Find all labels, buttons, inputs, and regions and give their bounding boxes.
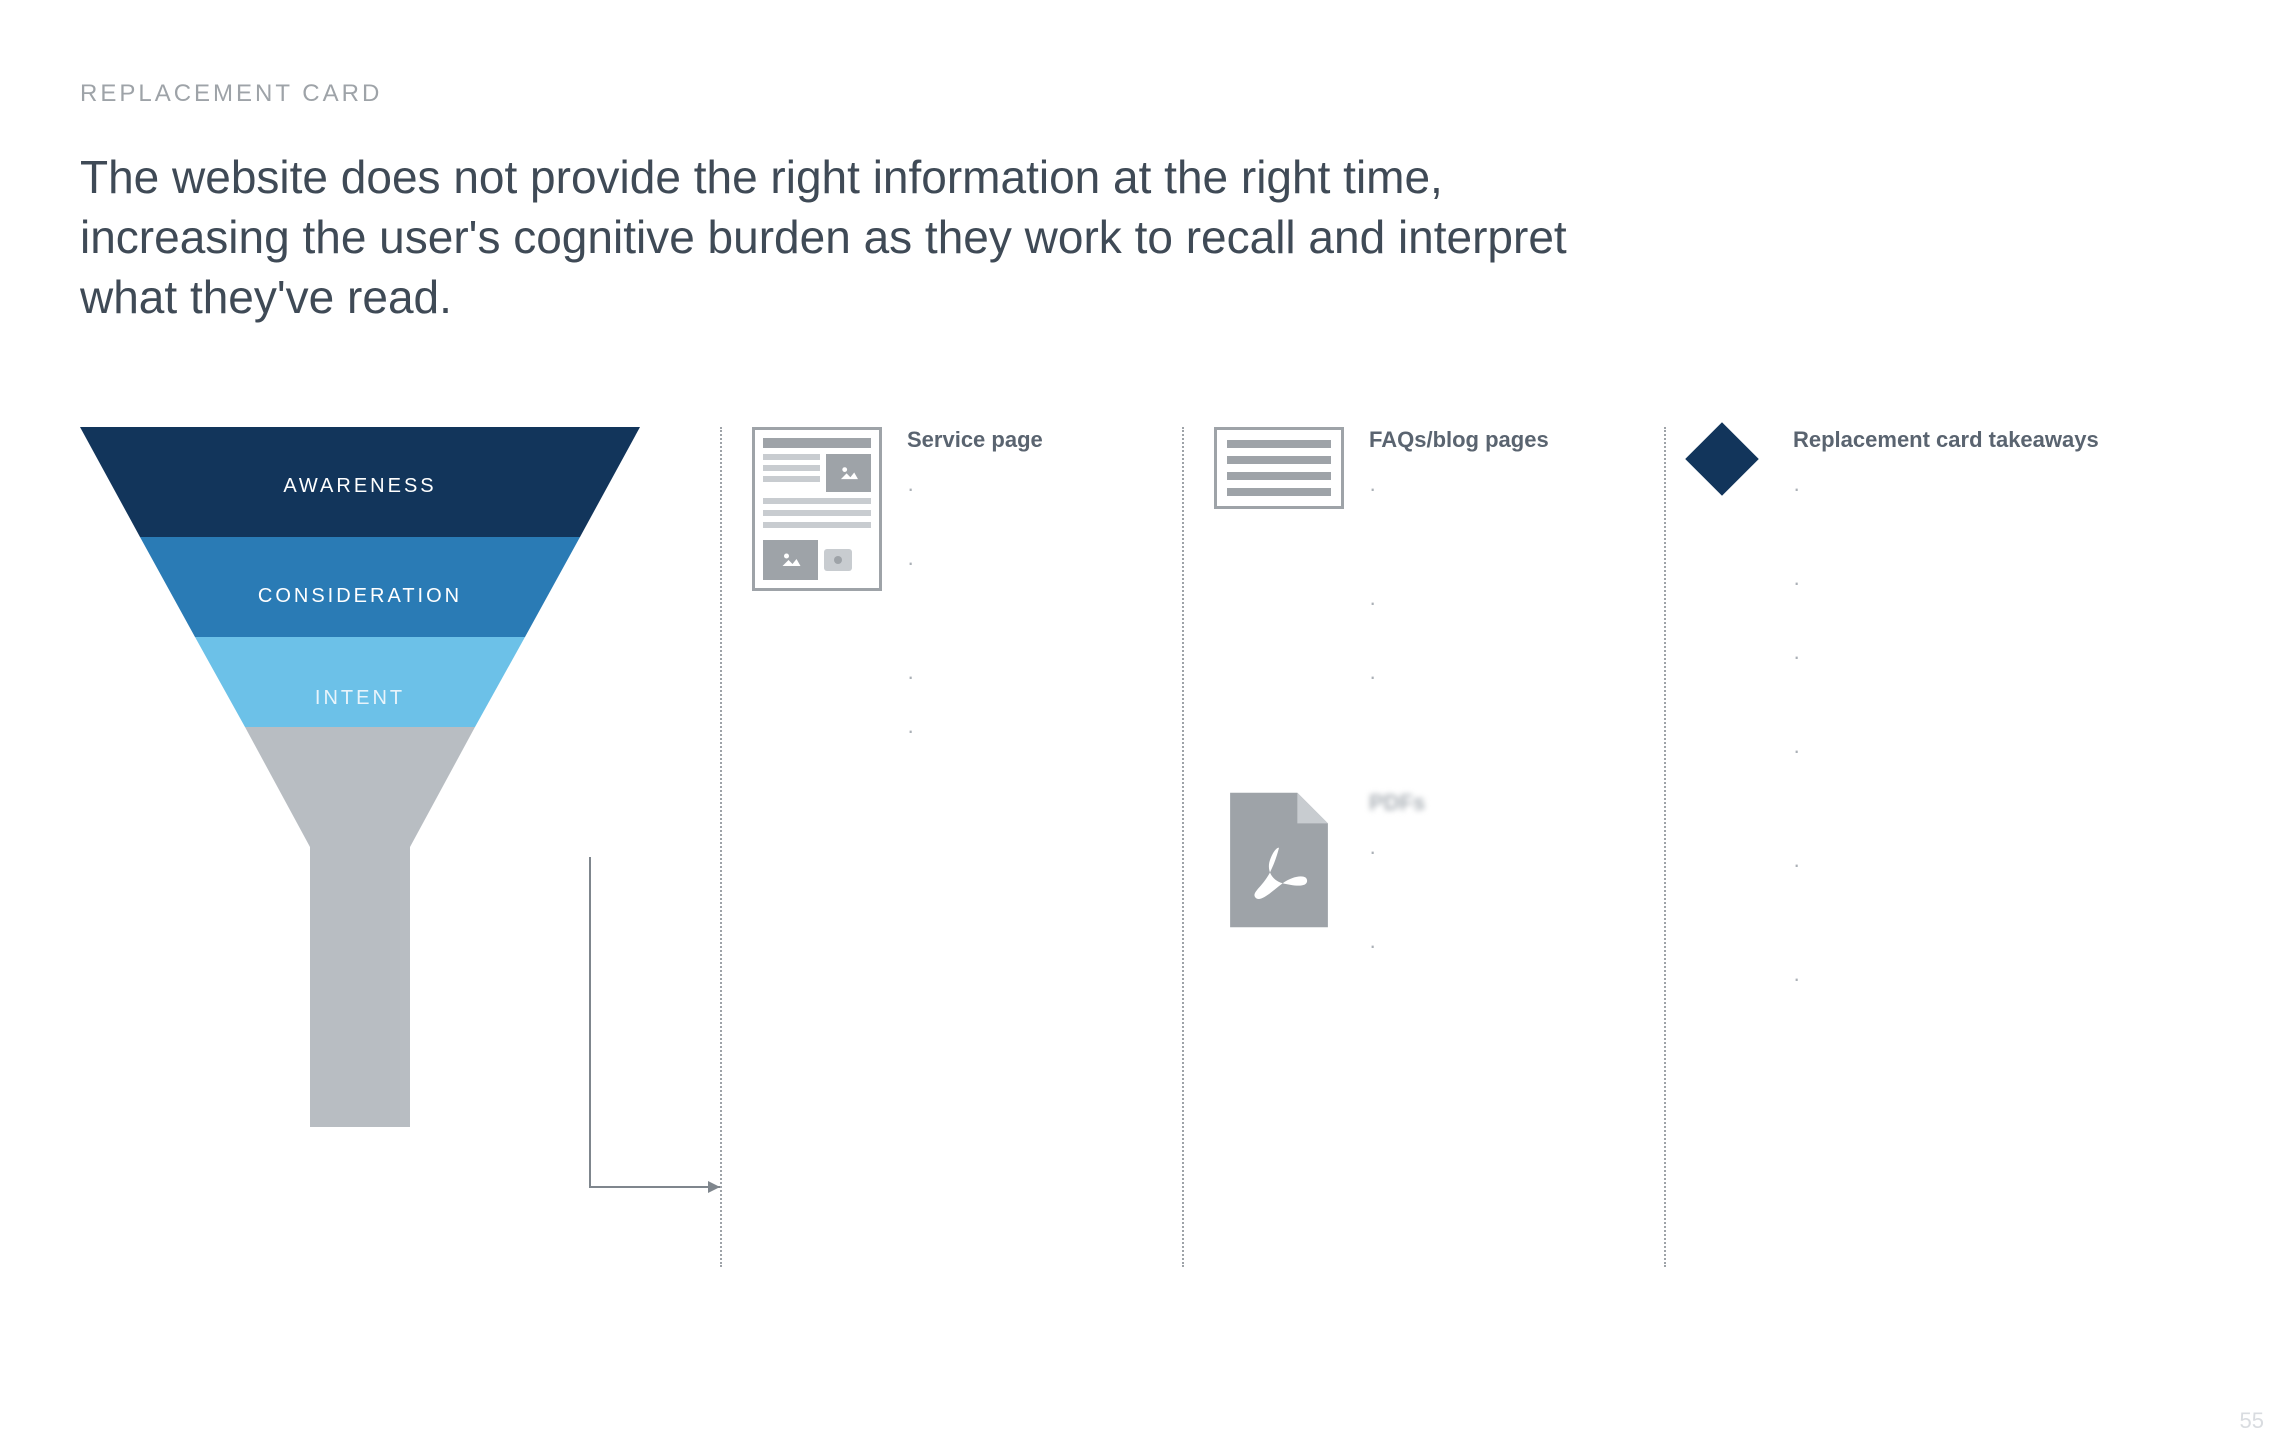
column-takeaways: Replacement card takeaways bbox=[1666, 427, 2176, 1267]
page-number: 55 bbox=[2240, 1408, 2264, 1434]
funnel-diagram: AWARENESS CONSIDERATION INTENT bbox=[80, 427, 720, 1267]
pdf-file-icon bbox=[1224, 790, 1334, 930]
takeaways-bullets bbox=[1793, 478, 2099, 1022]
column-pdf: PDFs bbox=[1184, 790, 1664, 1029]
diamond-icon bbox=[1685, 423, 1759, 497]
pdf-bullets bbox=[1369, 841, 1425, 1029]
column-faq: FAQs/blog pages bbox=[1184, 427, 1664, 740]
wireframe-page-icon bbox=[752, 427, 882, 591]
headline: The website does not provide the right i… bbox=[80, 148, 1580, 327]
funnel-level-awareness: AWARENESS bbox=[80, 475, 640, 498]
service-page-heading: Service page bbox=[907, 427, 1043, 453]
service-page-bullets bbox=[907, 478, 1043, 874]
faq-bullets bbox=[1369, 478, 1549, 740]
funnel-level-intent: INTENT bbox=[80, 687, 640, 710]
arrow-annotation bbox=[580, 857, 740, 1197]
wireframe-panel-icon bbox=[1214, 427, 1344, 509]
funnel-level-consideration: CONSIDERATION bbox=[80, 585, 640, 608]
eyebrow: REPLACEMENT CARD bbox=[80, 80, 2204, 108]
pdf-heading: PDFs bbox=[1369, 790, 1425, 816]
column-service-page: Service page bbox=[722, 427, 1182, 1267]
takeaways-heading: Replacement card takeaways bbox=[1793, 427, 2099, 453]
faq-heading: FAQs/blog pages bbox=[1369, 427, 1549, 453]
